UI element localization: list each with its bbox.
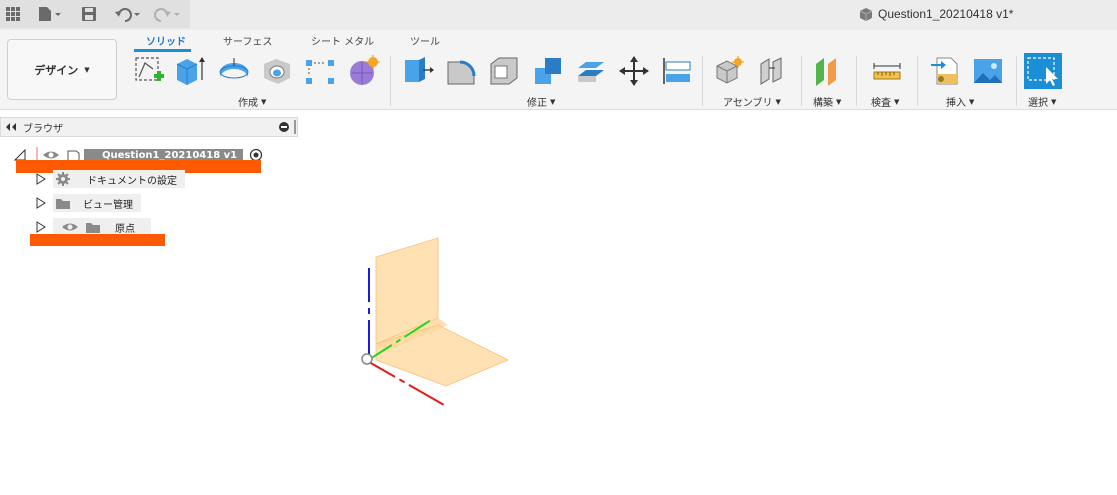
fusion-window: Question1_20210418 v1* デザイン ▼ ソリッド サーフェス… [0,0,1117,495]
origin-point[interactable] [361,353,373,365]
origin-triad [361,237,509,406]
